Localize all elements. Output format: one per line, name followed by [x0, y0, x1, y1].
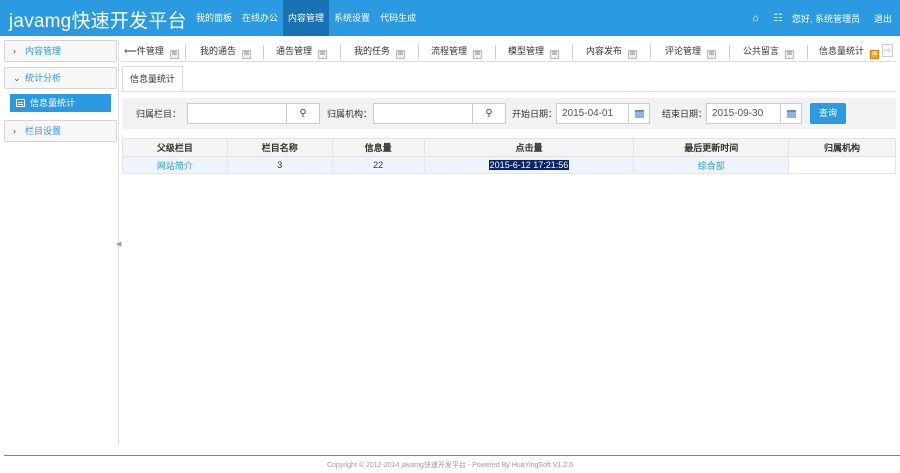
footer-copyright: Copyright © 2012-2014 javamg快速开发平台 - Pow… [326, 462, 574, 469]
tab-content-publish[interactable]: 内容发布 ⊠ [586, 42, 638, 61]
sidebar-group-label: 栏目设置 [25, 126, 62, 136]
logout-link[interactable]: 退出 [874, 12, 892, 25]
nav-online-office[interactable]: 在线办公 [237, 0, 283, 36]
org-search-button[interactable]: ⚲ [472, 103, 506, 124]
category-label: 归属栏目： [136, 109, 182, 119]
sidebar-group-statistics[interactable]: ⌄ 统计分析 [4, 67, 117, 89]
search-icon: ⚲ [485, 108, 493, 119]
tab-model-management[interactable]: 模型管理 ⊠ [508, 42, 560, 61]
home-icon[interactable]: ⌂ [748, 13, 764, 24]
close-icon[interactable]: ⊠ [785, 50, 795, 59]
tab-notice-management[interactable]: 通告管理 ⊠ [276, 42, 328, 61]
close-icon[interactable]: ⊠ [473, 50, 483, 59]
close-icon[interactable]: ⊠ [318, 50, 328, 59]
close-icon[interactable]: ⊠ [396, 50, 406, 59]
nav-dashboard[interactable]: 我的面板 [191, 0, 237, 36]
end-date-picker-button[interactable] [780, 103, 802, 124]
category-search-button[interactable]: ⚲ [286, 103, 320, 124]
cell-org [788, 156, 896, 174]
tab-my-tasks[interactable]: 我的任务 ⊠ [354, 42, 406, 61]
sidebar-item-info-statistics[interactable]: 信息量统计 [10, 94, 111, 112]
header-info-count[interactable]: 信息量 [331, 138, 425, 157]
header-last-updated[interactable]: 最后更新时间 [633, 138, 790, 157]
header-parent-category[interactable]: 父级栏目 [122, 138, 228, 157]
sidebar-group-content[interactable]: › 内容管理 [4, 40, 117, 62]
statistics-table: 父级栏目 栏目名称 信息量 点击量 最后更新时间 归属机构 网站简介 3 22 … [122, 138, 896, 174]
close-icon[interactable]: ⊠ [870, 50, 880, 59]
close-icon[interactable]: ⊠ [628, 50, 638, 59]
cell-click-count: 2015-6-12 17:21:56 [423, 156, 635, 174]
tab-public-messages[interactable]: 公共留言 ⊠ [743, 42, 795, 61]
table-row: 网站简介 3 22 2015-6-12 17:21:56 综合部 [122, 156, 896, 174]
close-icon[interactable]: ⊠ [169, 50, 179, 59]
close-icon[interactable]: ⊠ [242, 50, 252, 59]
user-greeting[interactable]: 您好, 系统管理员 [792, 12, 860, 25]
header-click-count[interactable]: 点击量 [423, 138, 635, 157]
tab-process-management[interactable]: 流程管理 ⊠ [431, 42, 483, 61]
collapse-left-icon[interactable]: ◀ [116, 240, 121, 248]
top-nav: 我的面板 在线办公 内容管理 系统设置 代码生成 [191, 0, 421, 36]
cell-category-name: 3 [226, 156, 333, 174]
inner-tab-info-statistics[interactable]: 信息量统计 [122, 66, 183, 92]
chevron-right-icon: › [13, 126, 16, 136]
chevron-down-icon: ⌄ [13, 73, 21, 83]
close-icon[interactable]: ⊠ [707, 50, 717, 59]
sidebar-group-label: 内容管理 [25, 46, 62, 56]
search-bar: 归属栏目： ⚲ 归属机构： ⚲ 开始日期： 2015-04-01 结束日期： 2… [122, 98, 896, 129]
sidebar-group-label: 统计分析 [25, 73, 62, 83]
tab-info-statistics[interactable]: 信息量统计 ⊠ [819, 42, 880, 61]
sidebar: › 内容管理 ⌄ 统计分析 信息量统计 › 栏目设置 [4, 40, 117, 445]
cell-parent-category-link[interactable]: 网站简介 [122, 156, 228, 174]
org-label: 归属机构： [327, 109, 373, 119]
nav-content-management[interactable]: 内容管理 [283, 0, 330, 36]
start-date-label: 开始日期： [512, 109, 558, 119]
tab-my-notices[interactable]: 我的通告 ⊠ [200, 42, 252, 61]
calendar-icon [635, 110, 644, 118]
top-navbar: javamg快速开发平台 我的面板 在线办公 内容管理 系统设置 代码生成 ⌂ … [0, 0, 900, 36]
close-icon[interactable]: ⊠ [550, 50, 560, 59]
search-icon: ⚲ [299, 108, 307, 119]
scroll-right-icon[interactable]: ⇨ [882, 44, 893, 57]
header-category-name[interactable]: 栏目名称 [226, 138, 333, 157]
table-header-row: 父级栏目 栏目名称 信息量 点击量 最后更新时间 归属机构 [122, 138, 896, 157]
org-input[interactable] [373, 103, 473, 124]
tab-bar: ⟸件管理 ⊠ 我的通告 ⊠ 通告管理 ⊠ 我的任务 ⊠ 流程管理 ⊠ 模型管理 ⊠ 内容发布… [122, 42, 896, 62]
cell-info-count: 22 [331, 156, 425, 174]
tab-comment-management[interactable]: 评论管理 ⊠ [665, 42, 717, 61]
sidebar-item-label: 信息量统计 [30, 98, 76, 108]
inner-tab-divider [122, 91, 896, 92]
chevron-right-icon: › [13, 46, 16, 56]
cell-last-updated-link[interactable]: 综合部 [633, 156, 790, 174]
list-icon [16, 99, 25, 107]
tab-file-management[interactable]: ⟸件管理 ⊠ [124, 42, 179, 61]
start-date-picker-button[interactable] [628, 103, 650, 124]
nav-code-generation[interactable]: 代码生成 [375, 0, 421, 36]
end-date-label: 结束日期： [662, 109, 708, 119]
top-right-area: ⌂ ☷ 您好, 系统管理员 退出 [748, 0, 892, 36]
nav-system-settings[interactable]: 系统设置 [329, 0, 375, 36]
header-org[interactable]: 归属机构 [788, 138, 896, 157]
grid-icon[interactable]: ☷ [770, 13, 786, 24]
app-title[interactable]: javamg快速开发平台 [9, 6, 187, 33]
selected-text: 2015-6-12 17:21:56 [488, 160, 570, 170]
footer-divider [4, 455, 900, 456]
calendar-icon [787, 110, 796, 118]
query-button[interactable]: 查询 [810, 103, 846, 124]
category-input[interactable] [187, 103, 287, 124]
sidebar-group-category-settings[interactable]: › 栏目设置 [4, 120, 117, 142]
